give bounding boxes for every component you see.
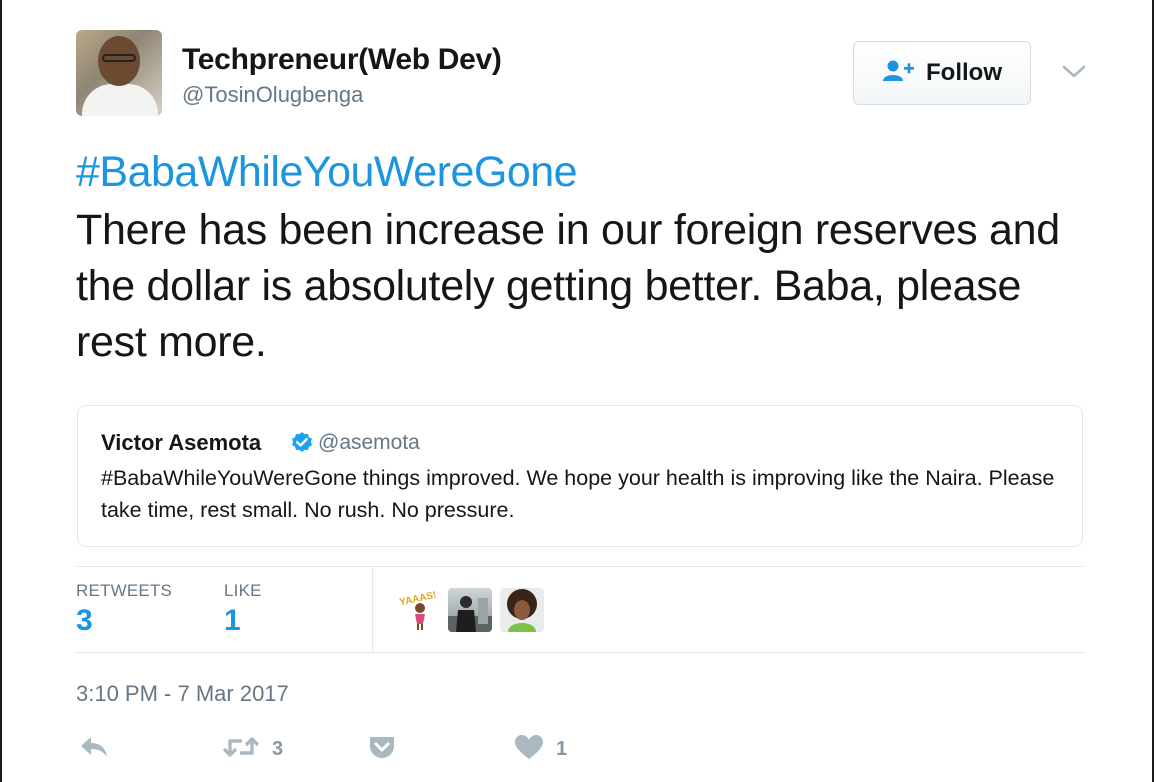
- person-add-icon: [882, 59, 916, 88]
- like-button[interactable]: 1: [514, 734, 567, 764]
- reply-icon: [78, 734, 110, 765]
- stats-divider-bottom: [76, 652, 1084, 653]
- retweet-button[interactable]: 3: [222, 734, 283, 764]
- tweet-text: There has been increase in our foreign r…: [76, 206, 1060, 366]
- liker-avatar-1[interactable]: YAAAS!: [396, 588, 440, 632]
- quoted-tweet-text: #BabaWhileYouWereGone things improved. W…: [101, 466, 1055, 522]
- save-button[interactable]: [368, 734, 396, 764]
- avatar-glasses: [102, 54, 136, 62]
- follow-button-label: Follow: [926, 59, 1002, 86]
- likes-count[interactable]: 1: [224, 604, 241, 638]
- quoted-author-name: Victor Asemota: [101, 430, 262, 455]
- tweet-card: Techpreneur(Web Dev) @TosinOlugbenga Fol…: [0, 0, 1154, 782]
- likes-label[interactable]: LIKE: [224, 581, 262, 601]
- like-action-count: 1: [556, 737, 568, 760]
- follow-button[interactable]: Follow: [853, 41, 1031, 105]
- reply-button[interactable]: [78, 734, 110, 764]
- liker-avatar-2[interactable]: [448, 588, 492, 632]
- retweet-icon: [222, 734, 260, 765]
- tweet-hashtag[interactable]: #BabaWhileYouWereGone: [76, 148, 578, 197]
- author-handle[interactable]: @TosinOlugbenga: [182, 82, 363, 108]
- verified-badge-icon: [290, 431, 314, 455]
- avatar-shirt: [82, 84, 158, 116]
- chevron-down-icon[interactable]: [1060, 60, 1088, 84]
- heart-icon: [514, 734, 544, 765]
- author-name[interactable]: Techpreneur(Web Dev): [182, 43, 502, 77]
- stats-divider-vertical: [372, 567, 373, 652]
- pocket-save-icon: [368, 734, 396, 765]
- quoted-tweet[interactable]: Victor Asemota @asemota #BabaWhileYouWer…: [77, 405, 1083, 547]
- author-avatar[interactable]: [76, 30, 162, 116]
- retweets-label[interactable]: RETWEETS: [76, 581, 172, 601]
- retweets-count[interactable]: 3: [76, 604, 93, 638]
- liker-avatar-3[interactable]: [500, 588, 544, 632]
- tweet-timestamp[interactable]: 3:10 PM - 7 Mar 2017: [76, 681, 289, 707]
- stats-divider-top: [76, 566, 1084, 567]
- retweet-action-count: 3: [272, 737, 284, 760]
- quoted-author-handle: @asemota: [318, 431, 420, 454]
